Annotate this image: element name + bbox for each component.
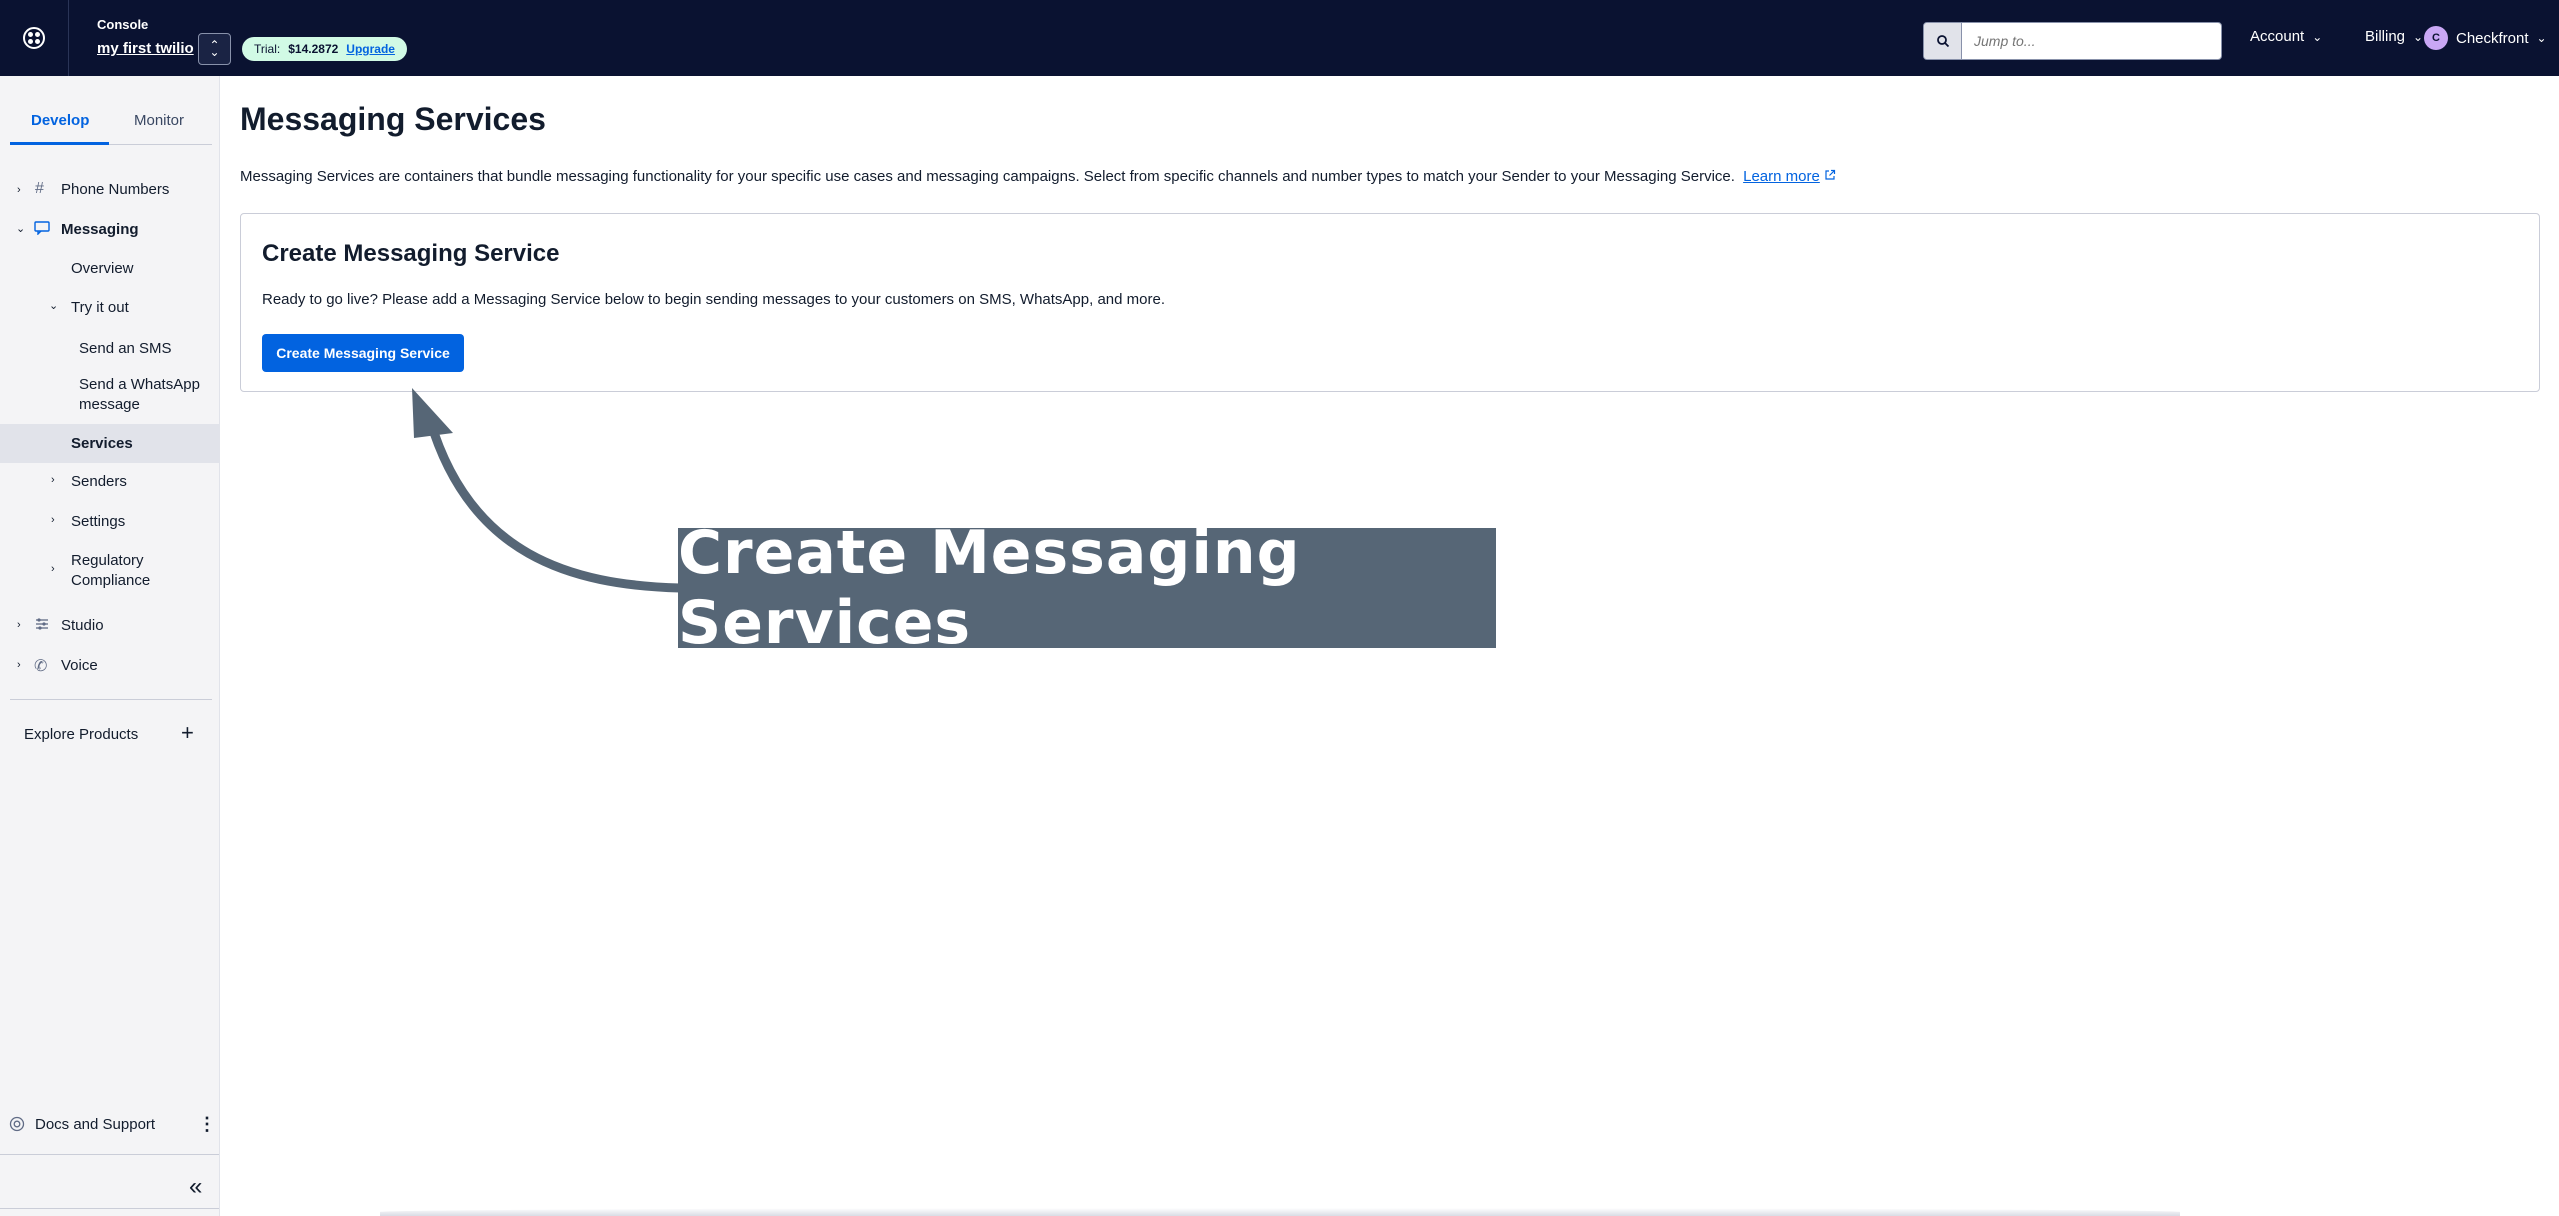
annotation-callout: Create Messaging Services — [678, 518, 1496, 658]
bottom-edge-shadow — [380, 1208, 2180, 1216]
account-label: Account — [2250, 28, 2305, 45]
console-label: Console — [97, 17, 149, 32]
phone-icon: ✆ — [34, 658, 48, 675]
sidebar-item-label: Compliance — [71, 572, 151, 589]
external-link-icon — [1824, 168, 1836, 185]
sidebar-item-label: Send a WhatsApp — [79, 376, 200, 393]
billing-menu[interactable]: Billing ⌄ — [2365, 28, 2423, 45]
page-description: Messaging Services are containers that b… — [240, 168, 1836, 185]
sidebar-item-label: Regulatory — [71, 552, 144, 569]
trial-badge: Trial: $14.2872 Upgrade — [242, 37, 407, 61]
annotation-text: Create Messaging Services — [678, 518, 1301, 658]
chevron-up-down-icon: ⌃ ⌄ — [209, 38, 220, 59]
sidebar-item-label: Messaging — [61, 221, 139, 238]
chevron-right-icon: › — [17, 184, 21, 196]
sidebar-item-label: Settings — [71, 513, 126, 530]
sidebar-tabs: Develop Monitor — [0, 76, 220, 146]
card-title: Create Messaging Service — [262, 240, 560, 267]
sidebar-item-send-sms[interactable]: Send an SMS — [79, 340, 172, 357]
learn-more-link[interactable]: Learn more — [1743, 168, 1820, 185]
chevron-down-icon: ⌄ — [2312, 29, 2323, 44]
search-icon — [1924, 23, 1962, 59]
explore-products-label: Explore Products — [24, 726, 139, 743]
twilio-logo-icon — [23, 27, 45, 49]
project-switcher-button[interactable]: ⌃ ⌄ — [198, 33, 231, 65]
tab-develop[interactable]: Develop — [31, 112, 89, 129]
tab-monitor[interactable]: Monitor — [134, 112, 184, 129]
sidebar-divider — [0, 1154, 219, 1155]
page-title: Messaging Services — [240, 101, 546, 137]
account-menu[interactable]: Account ⌄ — [2250, 28, 2322, 45]
chevron-down-icon: ⌄ — [49, 300, 59, 312]
project-name-link[interactable]: my first twilio — [97, 40, 194, 57]
chevron-down-icon: ⌄ — [2413, 29, 2424, 44]
search-input[interactable] — [1962, 33, 2212, 49]
create-messaging-service-button[interactable]: Create Messaging Service — [262, 334, 464, 372]
active-tab-indicator — [10, 142, 109, 145]
billing-label: Billing — [2365, 28, 2406, 45]
chevron-right-icon: › — [51, 563, 55, 575]
chevron-right-icon: › — [17, 619, 21, 631]
chevron-down-icon: ⌄ — [2536, 31, 2547, 45]
docs-support-label: Docs and Support — [35, 1116, 156, 1133]
plus-icon: + — [181, 720, 194, 745]
chat-icon — [34, 221, 50, 240]
sidebar-item-overview[interactable]: Overview — [71, 260, 134, 277]
trial-amount: $14.2872 — [288, 42, 339, 56]
sidebar-item-label: Senders — [71, 473, 127, 490]
sidebar-item-services[interactable]: Services — [71, 435, 133, 452]
trial-label: Trial: — [254, 42, 281, 56]
user-name: Checkfront — [2456, 29, 2529, 47]
sidebar-item-label: Try it out — [71, 299, 129, 316]
sidebar-item-label: message — [79, 396, 140, 413]
user-menu[interactable]: C Checkfront ⌄ — [2424, 26, 2547, 50]
sidebar-divider — [0, 1208, 219, 1209]
collapse-sidebar-icon[interactable]: « — [189, 1173, 202, 1201]
more-vertical-icon[interactable]: ⋮ — [198, 1114, 216, 1135]
sidebar: Develop Monitor › # Phone Numbers ⌄ Mess… — [0, 76, 220, 1216]
create-messaging-service-card: Create Messaging Service Ready to go liv… — [240, 213, 2540, 392]
jump-to-search[interactable] — [1923, 22, 2222, 60]
studio-icon — [34, 616, 50, 637]
chevron-down-icon: ⌄ — [16, 223, 26, 235]
avatar: C — [2424, 26, 2448, 50]
sidebar-item-label: Phone Numbers — [61, 181, 170, 198]
card-text: Ready to go live? Please add a Messaging… — [262, 291, 1165, 308]
hash-icon: # — [35, 180, 44, 197]
upgrade-link[interactable]: Upgrade — [346, 42, 395, 56]
sidebar-divider — [10, 699, 212, 700]
page-description-text: Messaging Services are containers that b… — [240, 168, 1735, 185]
chevron-right-icon: › — [51, 474, 55, 486]
twilio-logo-button[interactable] — [0, 0, 69, 76]
top-bar: Console my first twilio ⌃ ⌄ Trial: $14.28… — [0, 0, 2559, 76]
sidebar-item-label: Studio — [61, 617, 104, 634]
lifebuoy-icon — [9, 1116, 25, 1137]
chevron-right-icon: › — [51, 514, 55, 526]
chevron-right-icon: › — [17, 659, 21, 671]
sidebar-item-label: Voice — [61, 657, 98, 674]
